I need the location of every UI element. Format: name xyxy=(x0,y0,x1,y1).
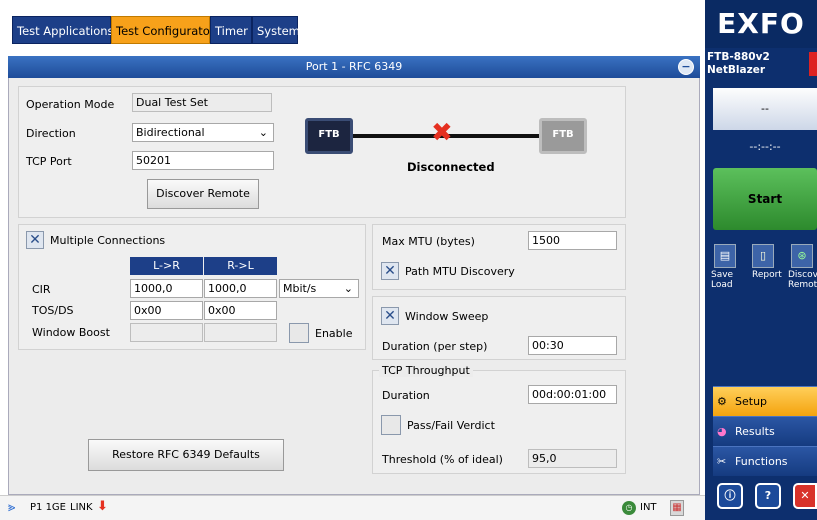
cir-label: CIR xyxy=(32,283,51,296)
tab-test-applications[interactable]: Test Applications xyxy=(12,16,114,44)
port-connection-icon: ⪢ xyxy=(8,500,16,515)
help-icon[interactable]: ? xyxy=(755,483,781,509)
operation-mode-field: Dual Test Set xyxy=(132,93,272,112)
alarm-indicator-icon xyxy=(809,52,817,76)
mtu-group: Max MTU (bytes) 1500 ✕ Path MTU Discover… xyxy=(372,224,626,290)
link-down-arrow-icon: ⬇ xyxy=(97,499,108,514)
window-boost-label: Window Boost xyxy=(32,326,110,339)
tab-system[interactable]: System xyxy=(252,16,300,44)
tcp-port-label: TCP Port xyxy=(26,155,72,168)
window-sweep-checkbox[interactable]: ✕ xyxy=(381,307,399,325)
connection-group: Operation Mode Dual Test Set Direction B… xyxy=(18,86,626,218)
window-sweep-group: ✕ Window Sweep Duration (per step) 00:30 xyxy=(372,296,626,360)
pass-fail-checkbox[interactable] xyxy=(381,415,401,435)
nav-setup[interactable]: ⚙ Setup xyxy=(713,386,817,416)
model-name: FTB-880v2 xyxy=(707,51,770,63)
tos-ds-label: TOS/DS xyxy=(32,304,74,317)
multiple-connections-label: Multiple Connections xyxy=(50,234,166,247)
enable-label: Enable xyxy=(315,327,353,340)
save-load-icon[interactable]: ▤ xyxy=(714,244,736,268)
sweep-duration-input[interactable]: 00:30 xyxy=(528,336,617,355)
tcp-throughput-title: TCP Throughput xyxy=(379,364,473,377)
int-status-text: INT xyxy=(640,502,657,513)
discover-remote-button[interactable]: Discover Remote xyxy=(147,179,259,209)
window-boost-rl xyxy=(204,323,277,342)
multiple-connections-checkbox[interactable]: ✕ xyxy=(26,231,44,249)
col-header-lr: L->R xyxy=(130,257,203,275)
remote-device-icon: FTB xyxy=(539,118,587,154)
col-header-rl: R->L xyxy=(204,257,277,275)
gear-icon: ⚙ xyxy=(717,395,727,408)
path-mtu-discovery-checkbox[interactable]: ✕ xyxy=(381,262,399,280)
link-status-text: Disconnected xyxy=(407,160,495,174)
timer-top-display: -- xyxy=(713,88,817,130)
enable-checkbox[interactable] xyxy=(289,323,309,343)
right-sidebar: EXFO FTB-880v2 NetBlazer -- --:--:-- Sta… xyxy=(705,0,817,520)
report-label: Report xyxy=(752,270,782,280)
throughput-duration-input[interactable]: 00d:00:01:00 xyxy=(528,385,617,404)
tos-rl-input[interactable]: 0x00 xyxy=(204,301,277,320)
save-load-label: Save Load xyxy=(711,270,734,290)
info-icon[interactable]: ⓘ xyxy=(717,483,743,509)
start-button[interactable]: Start xyxy=(713,168,817,230)
tcp-port-input[interactable]: 50201 xyxy=(132,151,274,170)
exfo-logo: EXFO xyxy=(705,0,817,48)
discover-remote-icon[interactable]: ⊛ xyxy=(791,244,813,268)
report-icon[interactable]: ▯ xyxy=(752,244,774,268)
restore-defaults-button[interactable]: Restore RFC 6349 Defaults xyxy=(88,439,284,471)
chevron-down-icon: ⌄ xyxy=(343,282,353,295)
tab-test-configurator[interactable]: Test Configurator xyxy=(111,16,215,44)
discover-remote-label: Discove Remot xyxy=(788,270,817,290)
threshold-field: 95,0 xyxy=(528,449,617,468)
top-tab-bar: Test Applications Test Configurator Time… xyxy=(0,0,705,58)
pass-fail-label: Pass/Fail Verdict xyxy=(407,419,495,432)
window-sweep-label: Window Sweep xyxy=(405,310,489,323)
tcp-throughput-group: TCP Throughput Duration 00d:00:01:00 Pas… xyxy=(372,364,626,474)
nav-functions[interactable]: ✂ Functions xyxy=(713,446,817,476)
window-boost-lr xyxy=(130,323,203,342)
cir-lr-input[interactable]: 1000,0 xyxy=(130,279,203,298)
sweep-duration-label: Duration (per step) xyxy=(382,340,488,353)
collapse-icon[interactable]: − xyxy=(678,59,694,75)
nav-results[interactable]: ◕ Results xyxy=(713,416,817,446)
port-status-text: P1 1GE xyxy=(30,502,67,513)
device-status-icon: ▦ xyxy=(670,500,684,516)
clock-sync-icon: ◷ xyxy=(622,501,636,515)
operation-mode-label: Operation Mode xyxy=(26,98,115,111)
local-device-icon: FTB xyxy=(305,118,353,154)
direction-select[interactable]: Bidirectional ⌄ xyxy=(132,123,274,142)
tos-lr-input[interactable]: 0x00 xyxy=(130,301,203,320)
disconnected-x-icon: ✖ xyxy=(431,118,453,148)
cir-rl-input[interactable]: 1000,0 xyxy=(204,279,277,298)
chevron-down-icon: ⌄ xyxy=(258,126,268,139)
throughput-duration-label: Duration xyxy=(382,389,430,402)
max-mtu-input[interactable]: 1500 xyxy=(528,231,617,250)
tools-icon: ✂ xyxy=(717,455,727,468)
panel-title: Port 1 - RFC 6349 xyxy=(8,56,700,78)
pie-chart-icon: ◕ xyxy=(717,425,727,438)
status-bar: ⪢ P1 1GE LINK ⬇ ◷ INT ▦ xyxy=(0,495,705,520)
direction-label: Direction xyxy=(26,127,76,140)
cir-unit-select[interactable]: Mbit/s ⌄ xyxy=(279,279,359,298)
close-icon[interactable]: ✕ xyxy=(793,483,817,509)
max-mtu-label: Max MTU (bytes) xyxy=(382,235,475,248)
product-name: NetBlazer xyxy=(707,64,766,76)
tab-timer[interactable]: Timer xyxy=(210,16,252,44)
threshold-label: Threshold (% of ideal) xyxy=(382,453,503,466)
path-mtu-discovery-label: Path MTU Discovery xyxy=(405,265,515,278)
link-status-label: LINK xyxy=(70,502,93,513)
timer-bottom-display: --:--:-- xyxy=(749,140,781,153)
multiple-connections-group: ✕ Multiple Connections L->R R->L CIR 100… xyxy=(18,224,366,350)
